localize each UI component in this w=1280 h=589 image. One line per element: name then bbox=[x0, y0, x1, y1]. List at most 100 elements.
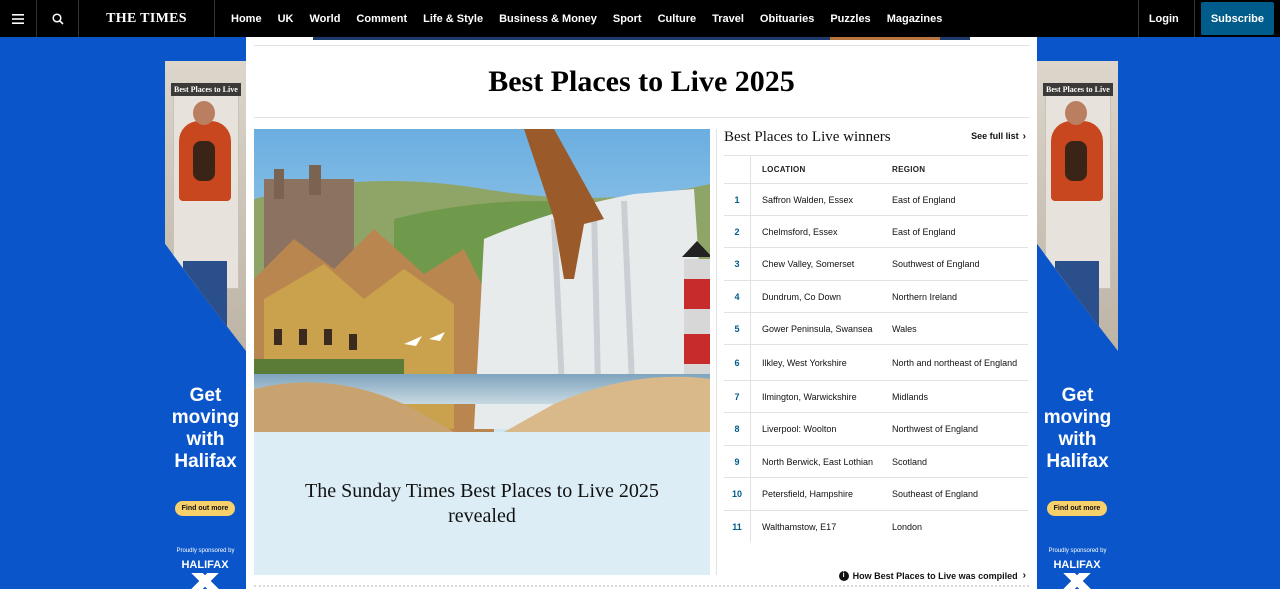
column-divider bbox=[716, 129, 717, 575]
ad-brand-name: HALIFAX bbox=[181, 559, 229, 571]
table-row[interactable]: 7 Ilmington, Warwickshire Midlands bbox=[724, 380, 1028, 412]
main-content: Best Places to Live 2025 The Sunday Time… bbox=[246, 37, 1037, 589]
rank-number: 2 bbox=[724, 216, 751, 247]
winners-header: Best Places to Live winners See full lis… bbox=[724, 129, 1028, 145]
nav-link-life-style[interactable]: Life & Style bbox=[415, 13, 491, 25]
chevron-right-icon: › bbox=[1022, 570, 1026, 581]
chevron-right-icon: › bbox=[1022, 131, 1026, 142]
ad-photo: Best Places to Live bbox=[1037, 61, 1118, 351]
hero-caption: The Sunday Times Best Places to Live 202… bbox=[254, 432, 710, 575]
table-row[interactable]: 4 Dundrum, Co Down Northern Ireland bbox=[724, 280, 1028, 312]
region-cell: Northern Ireland bbox=[892, 291, 958, 302]
see-full-list-link[interactable]: See full list › bbox=[971, 131, 1026, 142]
methodology-label: How Best Places to Live was compiled bbox=[852, 570, 1018, 581]
location-cell[interactable]: Dundrum, Co Down bbox=[751, 292, 892, 302]
table-row[interactable]: 2 Chelmsford, Essex East of England bbox=[724, 215, 1028, 247]
region-cell: Wales bbox=[892, 323, 917, 334]
top-banner-strip bbox=[313, 37, 970, 40]
location-cell[interactable]: Walthamstow, E17 bbox=[751, 522, 892, 532]
table-row[interactable]: 11 Walthamstow, E17 London bbox=[724, 510, 1028, 542]
search-icon[interactable] bbox=[37, 0, 79, 37]
region-cell: East of England bbox=[892, 194, 956, 205]
nav-link-world[interactable]: World bbox=[301, 13, 348, 25]
region-cell: Southeast of England bbox=[892, 489, 979, 499]
table-row[interactable]: 9 North Berwick, East Lothian Scotland bbox=[724, 445, 1028, 477]
rank-number: 1 bbox=[724, 184, 751, 215]
region-cell: Northwest of England bbox=[892, 424, 979, 434]
left-sponsor-ad[interactable]: Best Places to Live Get moving with Hali… bbox=[165, 61, 246, 589]
location-cell[interactable]: Gower Peninsula, Swansea bbox=[751, 324, 892, 334]
table-row[interactable]: 1 Saffron Walden, Essex East of England bbox=[724, 183, 1028, 215]
ad-sponsor-label: Proudly sponsored by bbox=[176, 548, 235, 554]
table-header-row: LOCATION REGION bbox=[724, 155, 1028, 183]
section-links: Home UK World Comment Life & Style Busin… bbox=[215, 0, 950, 37]
rank-header bbox=[724, 156, 751, 183]
info-icon: i bbox=[838, 570, 849, 581]
region-header: REGION bbox=[892, 164, 926, 174]
halifax-logo: HALIFAX bbox=[179, 559, 231, 589]
winners-title: Best Places to Live winners bbox=[724, 129, 891, 145]
nav-link-sport[interactable]: Sport bbox=[605, 13, 650, 25]
ad-find-out-more-button[interactable]: Find out more bbox=[175, 501, 235, 516]
location-cell[interactable]: Ilmington, Warwickshire bbox=[751, 392, 892, 402]
subscribe-wrapper: Subscribe bbox=[1193, 0, 1280, 37]
nav-link-uk[interactable]: UK bbox=[270, 13, 302, 25]
nav-link-puzzles[interactable]: Puzzles bbox=[822, 13, 878, 25]
nav-link-business-money[interactable]: Business & Money bbox=[491, 13, 605, 25]
halifax-logo: HALIFAX bbox=[1051, 559, 1103, 589]
location-cell[interactable]: North Berwick, East Lothian bbox=[751, 457, 892, 467]
divider bbox=[254, 45, 1029, 46]
nav-link-obituaries[interactable]: Obituaries bbox=[752, 13, 822, 25]
rank-number: 10 bbox=[724, 478, 751, 510]
account-area: Login Subscribe bbox=[1137, 0, 1280, 37]
nav-link-culture[interactable]: Culture bbox=[650, 13, 705, 25]
location-cell[interactable]: Chelmsford, Essex bbox=[751, 227, 892, 237]
nav-link-travel[interactable]: Travel bbox=[704, 13, 752, 25]
rank-number: 11 bbox=[724, 511, 751, 542]
ad-headline: Get moving with Halifax bbox=[1043, 385, 1112, 472]
ad-headline: Get moving with Halifax bbox=[171, 385, 240, 472]
rank-number: 5 bbox=[724, 313, 751, 344]
region-cell: East of England bbox=[892, 226, 956, 237]
ad-sign: Best Places to Live bbox=[1043, 83, 1113, 96]
methodology-link[interactable]: i How Best Places to Live was compiled › bbox=[838, 570, 1026, 581]
hero-article-card[interactable]: The Sunday Times Best Places to Live 202… bbox=[254, 129, 710, 575]
subscribe-button[interactable]: Subscribe bbox=[1200, 2, 1274, 35]
hero-collage-image bbox=[254, 129, 710, 432]
region-cell: Southwest of England bbox=[892, 259, 980, 269]
page-title: Best Places to Live 2025 bbox=[488, 65, 795, 98]
nav-link-magazines[interactable]: Magazines bbox=[879, 13, 951, 25]
region-cell: North and northeast of England bbox=[892, 357, 1018, 368]
ad-find-out-more-button[interactable]: Find out more bbox=[1047, 501, 1107, 516]
table-row[interactable]: 6 Ilkley, West Yorkshire North and north… bbox=[724, 344, 1028, 380]
table-row[interactable]: 3 Chew Valley, Somerset Southwest of Eng… bbox=[724, 247, 1028, 280]
winners-table: LOCATION REGION 1 Saffron Walden, Essex … bbox=[724, 155, 1028, 542]
divider bbox=[254, 117, 1029, 118]
location-cell[interactable]: Saffron Walden, Essex bbox=[751, 195, 892, 205]
rank-number: 9 bbox=[724, 446, 751, 477]
table-row[interactable]: 5 Gower Peninsula, Swansea Wales bbox=[724, 312, 1028, 344]
rank-number: 3 bbox=[724, 248, 751, 280]
region-cell: Midlands bbox=[892, 391, 929, 402]
rank-number: 8 bbox=[724, 413, 751, 445]
table-row[interactable]: 8 Liverpool: Woolton Northwest of Englan… bbox=[724, 412, 1028, 445]
table-row[interactable]: 10 Petersfield, Hampshire Southeast of E… bbox=[724, 477, 1028, 510]
site-logo[interactable]: THE TIMES bbox=[79, 0, 215, 37]
login-link[interactable]: Login bbox=[1137, 0, 1194, 37]
see-full-list-label: See full list bbox=[971, 131, 1019, 141]
ad-sign: Best Places to Live bbox=[171, 83, 241, 96]
right-sponsor-ad[interactable]: Best Places to Live Get moving with Hali… bbox=[1037, 61, 1118, 589]
region-cell: Scotland bbox=[892, 456, 928, 467]
nav-link-home[interactable]: Home bbox=[223, 13, 270, 25]
nav-link-comment[interactable]: Comment bbox=[348, 13, 415, 25]
rank-number: 7 bbox=[724, 381, 751, 412]
hero-headline[interactable]: The Sunday Times Best Places to Live 202… bbox=[294, 479, 670, 529]
location-cell[interactable]: Ilkley, West Yorkshire bbox=[751, 358, 892, 368]
hamburger-icon[interactable] bbox=[0, 0, 37, 37]
ad-sponsor-label: Proudly sponsored by bbox=[1048, 548, 1107, 554]
location-cell[interactable]: Chew Valley, Somerset bbox=[751, 259, 892, 269]
location-cell[interactable]: Petersfield, Hampshire bbox=[751, 489, 892, 499]
rank-number: 4 bbox=[724, 281, 751, 312]
winners-panel: Best Places to Live winners See full lis… bbox=[724, 129, 1028, 581]
location-cell[interactable]: Liverpool: Woolton bbox=[751, 424, 892, 434]
